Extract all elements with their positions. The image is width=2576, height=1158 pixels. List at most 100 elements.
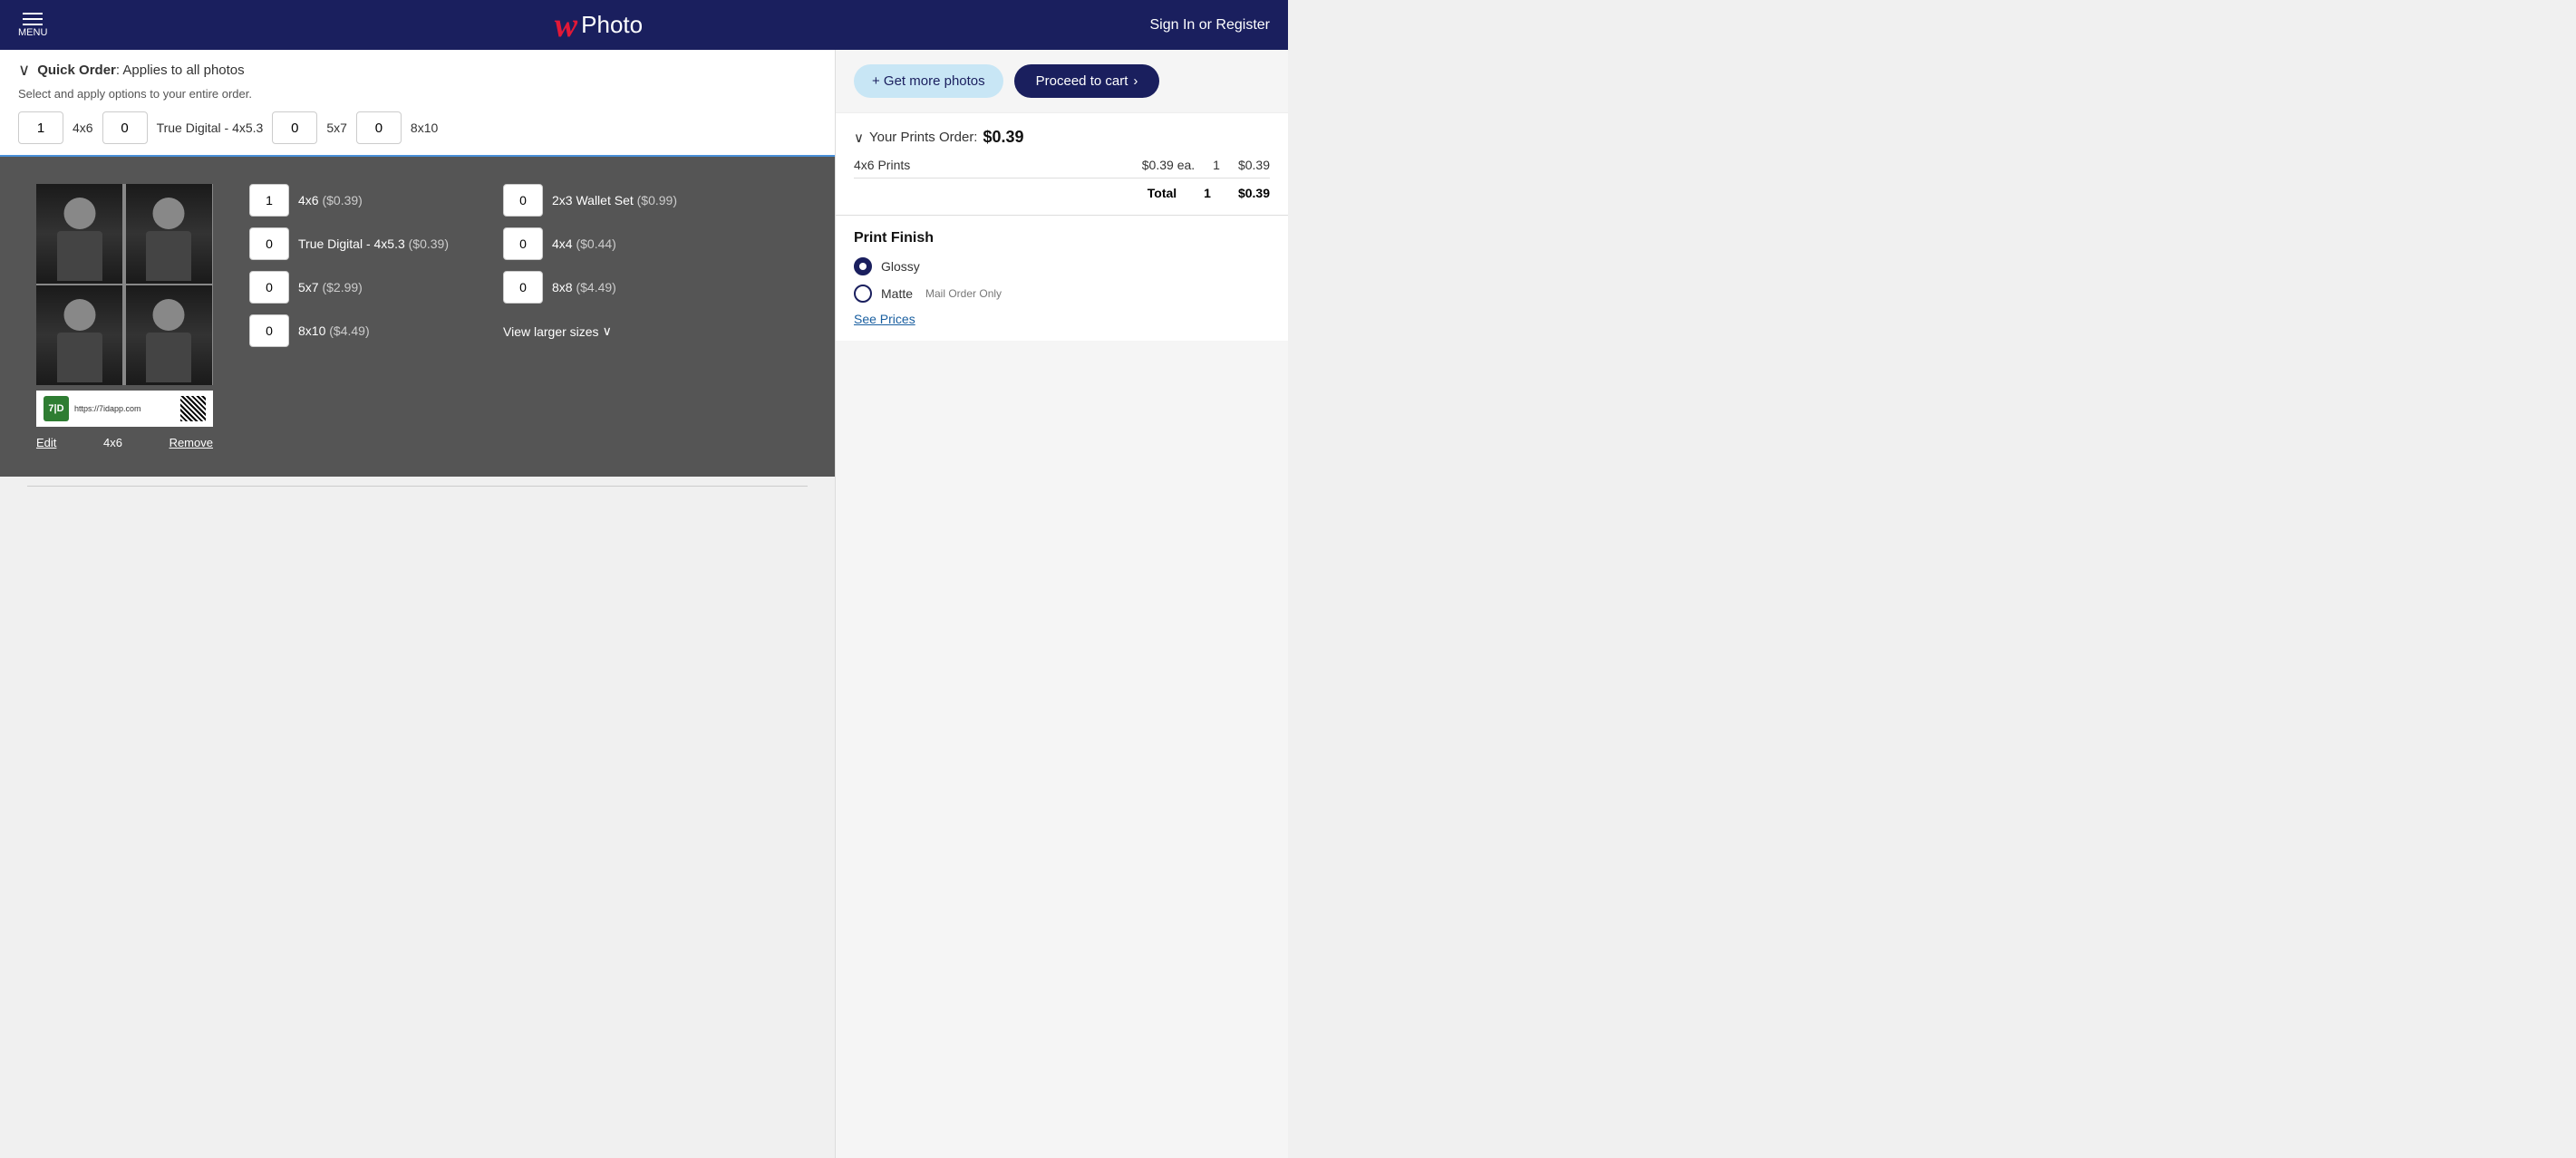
photo-row: 7|D https://7idapp.com Edit 4x6 Remove [36,184,799,449]
photo-thumbnails: 7|D https://7idapp.com Edit 4x6 Remove [36,184,213,449]
qty-true-digital-input[interactable] [102,111,148,144]
order-chevron-icon[interactable]: ∨ [854,130,864,146]
thumb-grid [36,184,213,385]
order-summary: ∨ Your Prints Order: $0.39 4x6 Prints $0… [836,113,1288,216]
your-prints-label: Your Prints Order: [869,130,978,145]
option-qty-4x4[interactable] [503,227,543,260]
option-label-5x7: 5x7 ($2.99) [298,280,363,294]
option-label-8x10: 8x10 ($4.49) [298,323,370,338]
logo: w Photo [555,5,643,45]
matte-option[interactable]: Matte Mail Order Only [854,285,1270,303]
qty-5x7-input[interactable] [272,111,317,144]
glossy-label: Glossy [881,259,920,274]
menu-button[interactable]: MENU [18,13,47,38]
chevron-down-icon: ∨ [603,323,612,339]
option-5x7: 5x7 ($2.99) [249,271,449,304]
option-qty-4x6[interactable] [249,184,289,217]
option-8x8: 8x8 ($4.49) [503,271,677,304]
thumb-cell-2 [126,184,212,284]
chevron-down-icon[interactable]: ∨ [18,61,30,80]
option-label-4x4: 4x4 ($0.44) [552,236,616,251]
proceed-label: Proceed to cart [1036,73,1128,89]
proceed-to-cart-button[interactable]: Proceed to cart › [1014,64,1160,98]
arrow-right-icon: › [1133,73,1138,89]
order-total-price: $0.39 [983,128,1023,147]
option-qty-5x7[interactable] [249,271,289,304]
hamburger-icon [23,13,43,25]
person-photo-2 [126,184,212,284]
line-item-price-each: $0.39 ea. [1142,158,1195,172]
remove-button[interactable]: Remove [169,436,213,449]
photo-area: 7|D https://7idapp.com Edit 4x6 Remove [0,157,835,477]
header: MENU w Photo Sign In or Register [0,0,1288,50]
photo-controls: Edit 4x6 Remove [36,436,213,449]
option-label-wallet: 2x3 Wallet Set ($0.99) [552,193,677,207]
size-label-8x10: 8x10 [407,121,441,135]
get-more-photos-button[interactable]: + Get more photos [854,64,1003,98]
qr-code-icon [180,396,206,421]
right-actions: + Get more photos Proceed to cart › [836,50,1288,113]
right-panel: + Get more photos Proceed to cart › ∨ Yo… [835,50,1288,1158]
order-title: ∨ Your Prints Order: $0.39 [854,128,1270,147]
walgreens-w-icon: w [555,5,577,45]
main-container: ∨ Quick Order: Applies to all photos Sel… [0,50,1288,1158]
size-label-true-digital: True Digital - 4x5.3 [153,121,267,135]
see-prices-button[interactable]: See Prices [854,312,915,326]
view-larger-label: View larger sizes [503,324,599,339]
option-qty-8x8[interactable] [503,271,543,304]
options-col-left: 4x6 ($0.39) True Digital - 4x5.3 ($0.39)… [249,184,449,347]
photo-divider [27,486,808,487]
option-qty-wallet[interactable] [503,184,543,217]
line-item-total: $0.39 [1238,158,1270,172]
glossy-option[interactable]: Glossy [854,257,1270,275]
edit-button[interactable]: Edit [36,436,56,449]
quick-order-bold: Quick Order: Applies to all photos [37,63,244,78]
matte-label: Matte [881,286,913,301]
total-amount: $0.39 [1238,186,1270,200]
option-8x10: 8x10 ($4.49) [249,314,449,347]
quick-order-inputs: 4x6 True Digital - 4x5.3 5x7 8x10 [18,111,817,144]
glossy-radio[interactable] [854,257,872,275]
quick-order-bar: ∨ Quick Order: Applies to all photos Sel… [0,50,835,157]
photo-size-label: 4x6 [103,436,122,449]
quick-order-title: ∨ Quick Order: Applies to all photos [18,61,817,80]
qty-4x6-input[interactable] [18,111,63,144]
line-item-qty: 1 [1213,158,1220,172]
person-photo-1 [36,184,122,284]
qr-logo: 7|D [44,396,69,421]
order-total-line: Total 1 $0.39 [854,178,1270,200]
option-4x4: 4x4 ($0.44) [503,227,677,260]
size-label-5x7: 5x7 [323,121,351,135]
print-finish-title: Print Finish [854,230,1270,246]
total-qty: 1 [1204,186,1211,200]
person-photo-4 [126,285,212,385]
qty-8x10-input[interactable] [356,111,402,144]
auth-link[interactable]: Sign In or Register [1149,17,1270,34]
option-wallet: 2x3 Wallet Set ($0.99) [503,184,677,217]
quick-order-subtitle: Select and apply options to your entire … [18,87,817,101]
qr-strip: 7|D https://7idapp.com [36,391,213,427]
order-line-item: 4x6 Prints $0.39 ea. 1 $0.39 [854,158,1270,172]
option-qty-true-digital[interactable] [249,227,289,260]
option-true-digital: True Digital - 4x5.3 ($0.39) [249,227,449,260]
thumb-cell-1 [36,184,122,284]
matte-sublabel: Mail Order Only [925,287,1002,300]
option-label-4x6: 4x6 ($0.39) [298,193,363,207]
thumb-cell-4 [126,285,212,385]
total-label: Total [1148,186,1177,200]
photo-label: Photo [581,11,643,39]
matte-radio[interactable] [854,285,872,303]
option-label-true-digital: True Digital - 4x5.3 ($0.39) [298,236,449,251]
options-columns: 4x6 ($0.39) True Digital - 4x5.3 ($0.39)… [249,184,677,347]
qr-url: https://7idapp.com [74,404,175,413]
view-larger-button[interactable]: View larger sizes ∨ [503,323,677,339]
option-label-8x8: 8x8 ($4.49) [552,280,616,294]
thumb-cell-3 [36,285,122,385]
menu-label: MENU [18,27,47,38]
person-photo-3 [36,285,122,385]
options-col-right: 2x3 Wallet Set ($0.99) 4x4 ($0.44) 8x8 (… [503,184,677,347]
left-panel: ∨ Quick Order: Applies to all photos Sel… [0,50,835,1158]
line-item-detail: $0.39 ea. 1 $0.39 [1142,158,1270,172]
line-item-name: 4x6 Prints [854,158,910,172]
option-qty-8x10[interactable] [249,314,289,347]
